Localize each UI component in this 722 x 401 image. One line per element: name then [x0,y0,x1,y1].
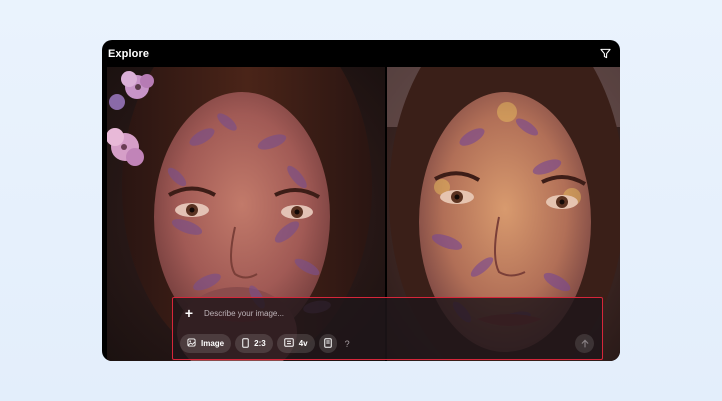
titlebar: Explore [102,40,620,67]
portrait-rectangle-icon [242,337,249,350]
plus-icon[interactable]: + [183,306,195,320]
prompt-input[interactable] [204,308,534,318]
prompt-controls: Image 2:3 4v ? [180,334,350,353]
aspect-ratio-label: 2:3 [254,339,266,348]
image-icon [187,338,196,349]
mode-image-button[interactable]: Image [180,334,232,353]
versions-label: 4v [298,339,308,348]
prompt-composer: + Image 2:3 4v ? [172,297,603,360]
arrow-up-icon [581,335,589,353]
send-button[interactable] [575,334,594,353]
prompt-row: + [183,306,534,320]
style-button[interactable] [318,334,337,353]
mode-label: Image [201,339,225,348]
versions-button[interactable]: 4v [276,334,315,353]
window-title: Explore [108,47,150,60]
versions-icon [283,338,294,349]
filter-icon[interactable] [598,47,612,61]
aspect-ratio-button[interactable]: 2:3 [235,334,273,353]
help-button[interactable]: ? [345,339,350,349]
book-icon [323,337,332,350]
